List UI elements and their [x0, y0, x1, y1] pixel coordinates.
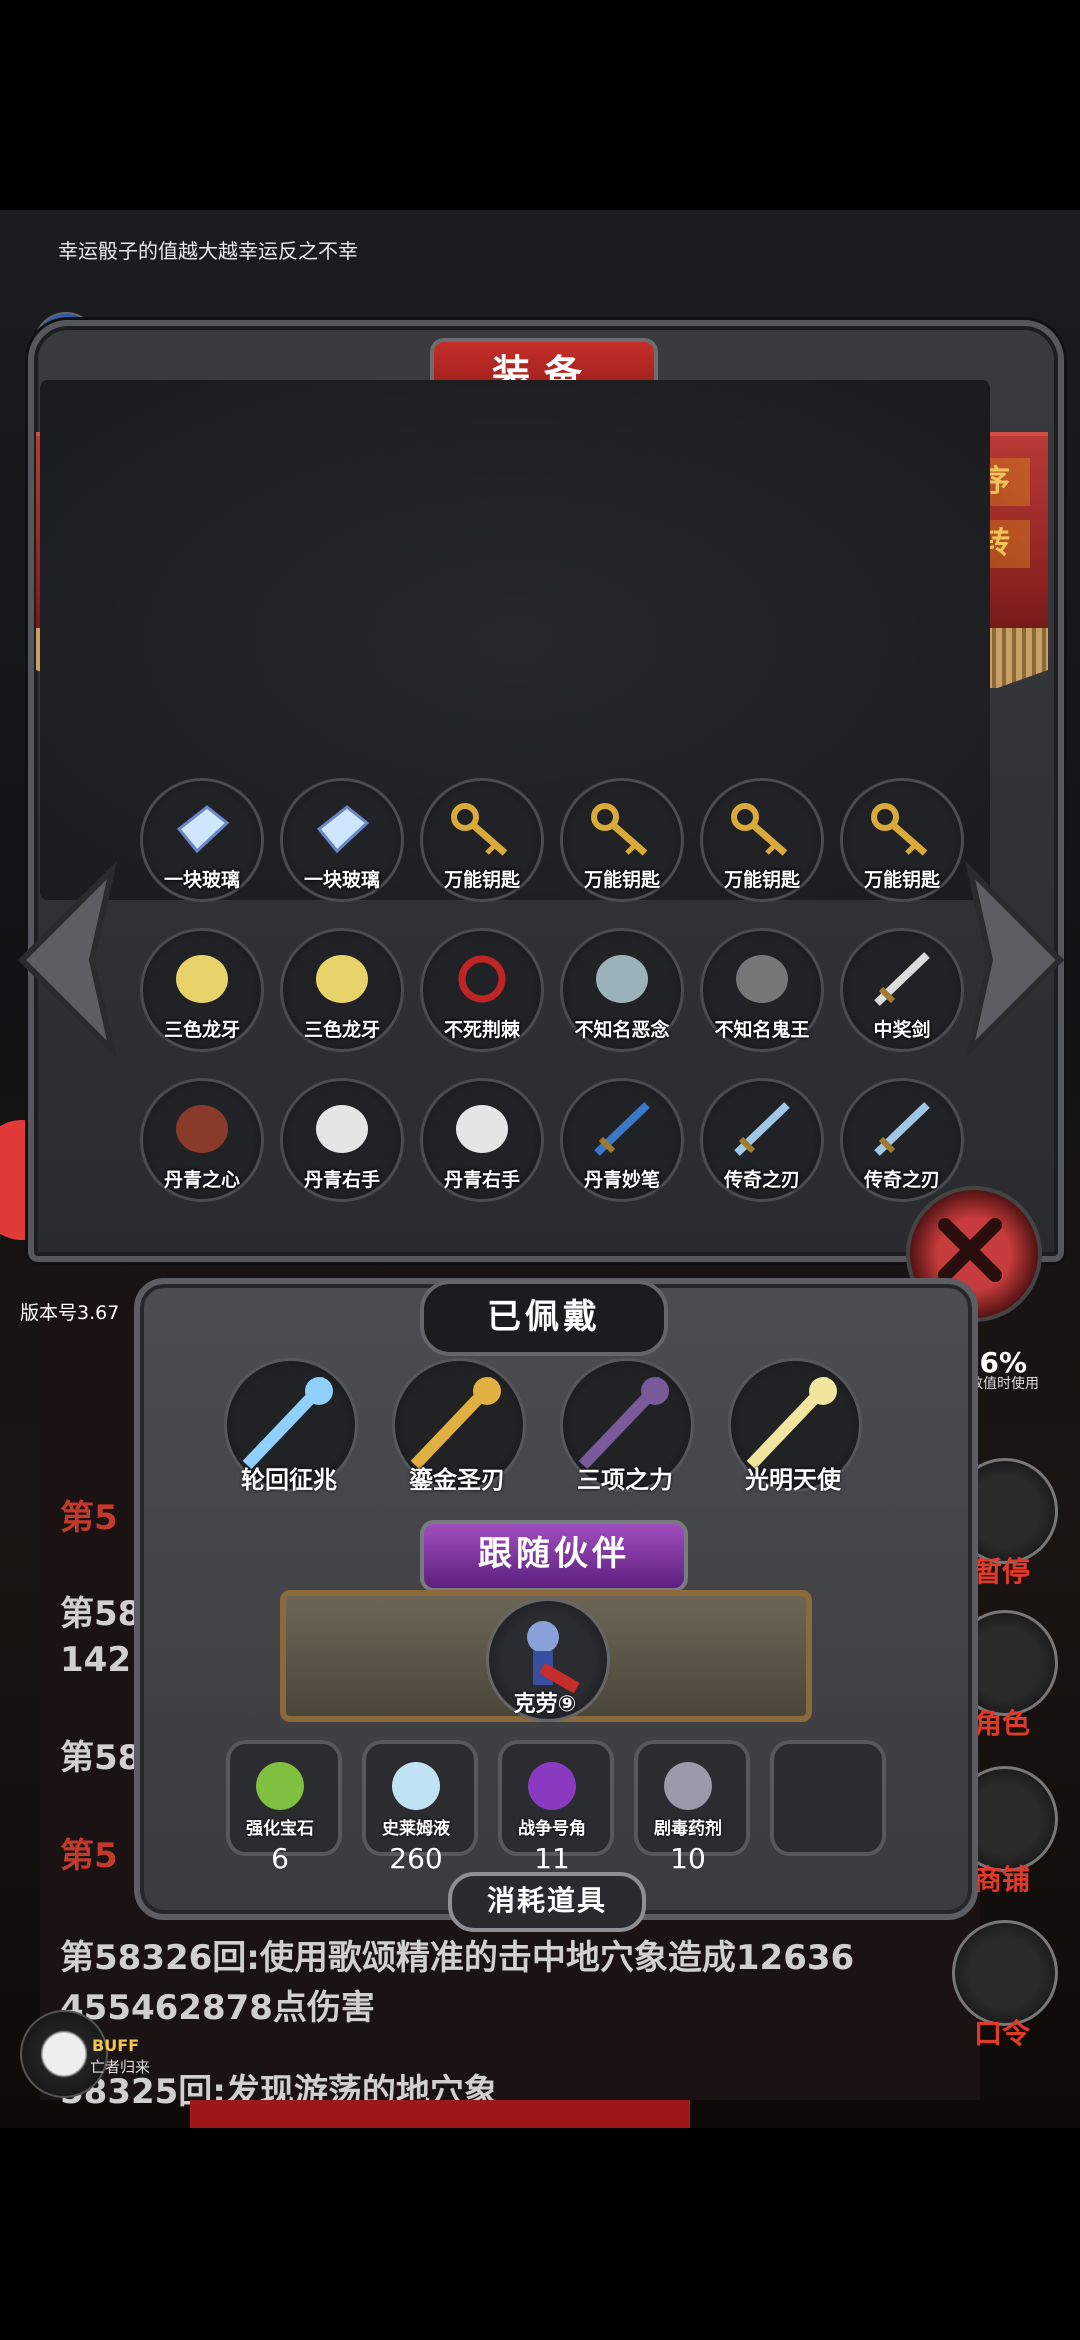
code-button-label: 口令 — [973, 2017, 1030, 2050]
consumable-count: 10 — [670, 1842, 706, 1875]
sword-icon — [874, 952, 930, 1006]
ghost-icon — [596, 955, 648, 1003]
consumable-count: 6 — [271, 1842, 289, 1875]
inventory-item[interactable]: 传奇之刃 — [700, 1078, 824, 1202]
inventory-item[interactable]: 不知名恶念 — [560, 928, 684, 1052]
inventory-item-label: 三色龙牙 — [163, 1019, 240, 1041]
inventory-item[interactable]: 一块玻璃 — [280, 778, 404, 902]
consumable-slot[interactable] — [770, 1740, 886, 1856]
dragon-fang-icon — [176, 955, 228, 1003]
demon-icon — [736, 955, 788, 1003]
inventory-item-label: 万能钥匙 — [443, 869, 520, 891]
key-icon — [451, 803, 508, 856]
inventory-item[interactable]: 丹青右手 — [420, 1078, 544, 1202]
code-button[interactable] — [952, 1920, 1058, 2026]
inventory-item-label: 不知名鬼王 — [714, 1019, 810, 1041]
inventory-item[interactable]: 三色龙牙 — [140, 928, 264, 1052]
log-line: 第5 — [60, 1836, 118, 1876]
dagger-icon — [734, 1102, 790, 1156]
inventory-item-label: 丹青右手 — [443, 1169, 520, 1191]
consumable-count: 11 — [534, 1842, 570, 1875]
companion-title: 跟随伙伴 — [420, 1520, 688, 1592]
inventory-item-label: 丹青妙笔 — [583, 1169, 660, 1191]
inventory-item-label: 不死荆棘 — [443, 1019, 520, 1041]
inventory-item[interactable]: 万能钥匙 — [420, 778, 544, 902]
health-bar — [190, 2100, 690, 2128]
heart-ink-icon — [176, 1105, 228, 1153]
inventory-item[interactable]: 中奖剑 — [840, 928, 964, 1052]
version-label: 版本号3.67 — [20, 1302, 120, 1324]
glass-shard-icon — [316, 805, 370, 854]
inventory-item-label: 不知名恶念 — [574, 1019, 670, 1041]
log-line: 142 — [60, 1640, 131, 1680]
inventory-item-label: 丹青之心 — [163, 1169, 240, 1191]
inventory-item[interactable]: 传奇之刃 — [840, 1078, 964, 1202]
key-icon — [731, 803, 788, 856]
inventory-item-label: 一块玻璃 — [163, 869, 240, 891]
inventory-item[interactable]: 万能钥匙 — [700, 778, 824, 902]
glove-icon — [456, 1105, 508, 1153]
inventory-item[interactable]: 丹青右手 — [280, 1078, 404, 1202]
previous-page-arrow-icon[interactable] — [12, 860, 122, 1060]
log-line: 第5 — [60, 1498, 118, 1538]
inventory-item[interactable]: 一块玻璃 — [140, 778, 264, 902]
consumables-title: 消耗道具 — [448, 1872, 646, 1932]
inventory-item[interactable]: 不死荆棘 — [420, 928, 544, 1052]
log-line: 455462878点伤害 — [60, 1988, 375, 2028]
inventory-item[interactable]: 万能钥匙 — [560, 778, 684, 902]
key-icon — [871, 803, 928, 856]
inventory-item-label: 丹青右手 — [303, 1169, 380, 1191]
buff-name: 亡者归来 — [90, 2058, 151, 2076]
consumable-label: 剧毒药剂 — [654, 1819, 722, 1839]
tip-text: 幸运骰子的值越大越幸运反之不幸 — [58, 239, 358, 263]
thorn-ring-icon — [458, 955, 506, 1003]
consumable-count: 260 — [389, 1842, 443, 1875]
inventory-item-label: 三色龙牙 — [303, 1019, 380, 1041]
inventory-item[interactable]: 万能钥匙 — [840, 778, 964, 902]
buff-label: BUFF — [92, 2036, 140, 2055]
log-line: 第58326回:使用歌颂精准的击中地穴象造成12636 — [60, 1938, 855, 1978]
consumable-label: 史莱姆液 — [382, 1819, 450, 1839]
inventory-item-label: 万能钥匙 — [583, 869, 660, 891]
equipped-item-label: 轮回征兆 — [241, 1466, 337, 1494]
log-line: 第58 — [60, 1738, 142, 1778]
inventory-item[interactable]: 不知名鬼王 — [700, 928, 824, 1052]
companion-name: 克劳⑨ — [513, 1692, 577, 1717]
equipped-item-label: 光明天使 — [745, 1466, 841, 1494]
brush-icon — [594, 1102, 650, 1156]
dagger-icon — [874, 1102, 930, 1156]
inventory-item-label: 万能钥匙 — [723, 869, 800, 891]
equipped-item-label: 鎏金圣刃 — [409, 1466, 505, 1494]
inventory-item-label: 万能钥匙 — [863, 869, 940, 891]
equipped-item-label: 三项之力 — [577, 1466, 673, 1494]
inventory-item[interactable]: 丹青妙笔 — [560, 1078, 684, 1202]
inventory-item[interactable]: 三色龙牙 — [280, 928, 404, 1052]
inventory-item-label: 一块玻璃 — [303, 869, 380, 891]
inventory-item[interactable]: 丹青之心 — [140, 1078, 264, 1202]
inventory-item-label: 中奖剑 — [873, 1019, 931, 1041]
inventory-item-label: 传奇之刃 — [723, 1169, 800, 1191]
equipped-title: 已佩戴 — [420, 1280, 668, 1356]
key-icon — [591, 803, 648, 856]
consumable-label: 战争号角 — [518, 1819, 586, 1839]
glass-shard-icon — [176, 805, 230, 854]
glove-icon — [316, 1105, 368, 1153]
dragon-fang-icon — [316, 955, 368, 1003]
consumable-label: 强化宝石 — [246, 1819, 314, 1839]
log-line: 第58 — [60, 1594, 142, 1634]
